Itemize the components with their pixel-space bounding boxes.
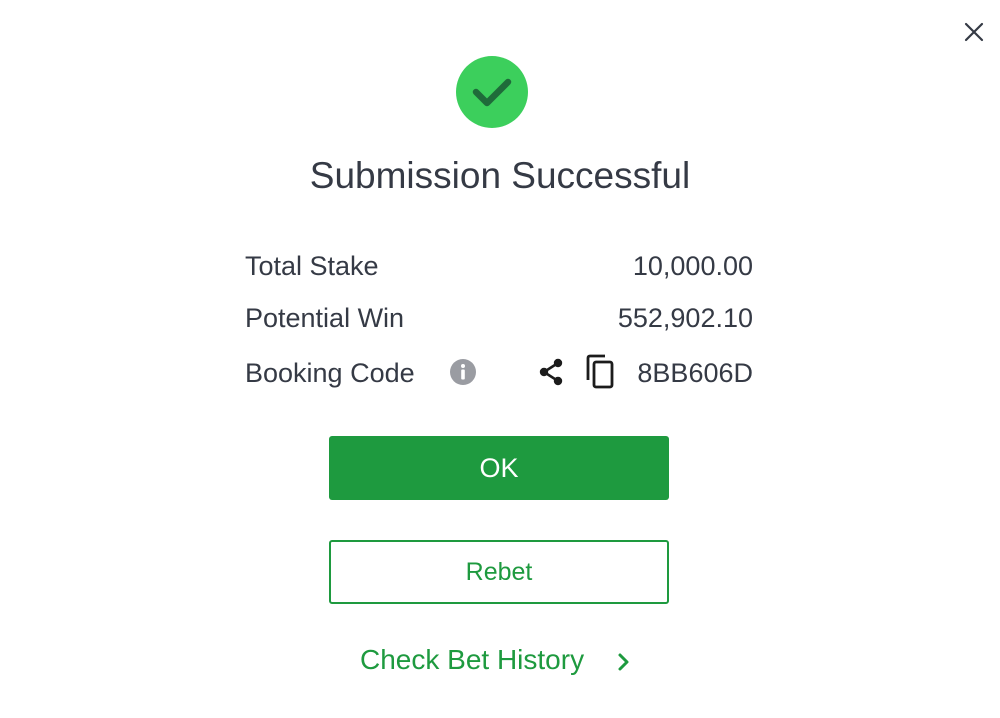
copy-icon[interactable]	[583, 354, 617, 390]
potential-win-value: 552,902.10	[617, 303, 753, 333]
dialog-title: Submission Successful	[309, 155, 691, 196]
potential-win-row: Potential Win 552,902.10	[245, 298, 753, 338]
booking-code-row: Booking Code 8BB606D	[245, 353, 753, 393]
total-stake-value: 10,000.00	[632, 251, 753, 281]
booking-code-value[interactable]: 8BB606D	[637, 353, 753, 393]
total-stake-label: Total Stake	[245, 251, 379, 281]
chevron-right-icon[interactable]	[614, 650, 634, 674]
submission-success-dialog: Submission Successful Total Stake 10,000…	[0, 0, 1000, 718]
ok-button[interactable]: OK	[329, 436, 669, 500]
share-icon[interactable]	[535, 356, 567, 388]
rebet-button[interactable]: Rebet	[329, 540, 669, 604]
booking-code-label: Booking Code	[245, 358, 415, 388]
check-bet-history-link[interactable]: Check Bet History	[360, 640, 584, 680]
info-icon[interactable]	[449, 358, 477, 386]
total-stake-row: Total Stake 10,000.00	[245, 246, 753, 286]
success-check-icon	[456, 56, 528, 128]
potential-win-label: Potential Win	[245, 303, 405, 333]
close-icon[interactable]	[962, 20, 986, 44]
